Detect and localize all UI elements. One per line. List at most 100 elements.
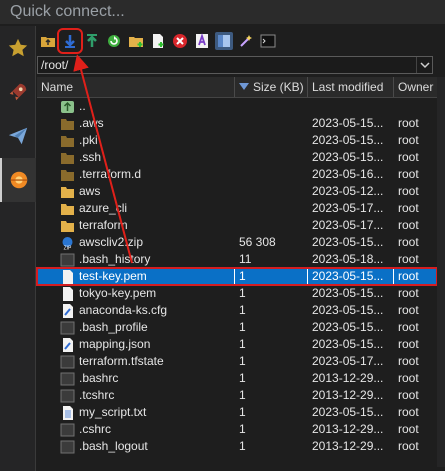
file-row[interactable]: azure_cli 2023-05-17... root [37,200,437,217]
file-name-cell: ZIP awscliv2.zip [37,234,235,251]
document-icon [63,286,73,301]
column-owner[interactable]: Owner [394,77,437,97]
file-size: 11 [239,252,252,266]
file-name-cell: aws [37,183,235,200]
terminal-button[interactable] [259,32,277,50]
tools-tab[interactable] [0,70,36,114]
file-row[interactable]: .bash_history 11 2023-05-18... root [37,251,437,268]
file-name: tokyo-key.pem [79,286,157,300]
file-modified: 2013-12-29... [312,422,384,436]
file-row[interactable]: anaconda-ks.cfg 1 2023-05-15... root [37,302,437,319]
path-input[interactable] [38,57,416,73]
file-row[interactable]: .bashrc 1 2013-12-29... root [37,370,437,387]
new-folder-button[interactable] [127,32,145,50]
column-modified[interactable]: Last modified [308,77,394,97]
file-size [235,183,308,200]
folder-icon [61,186,74,198]
file-row[interactable]: mapping.json 1 2023-05-15... root [37,336,437,353]
delete-button[interactable] [171,32,189,50]
file-icon [60,355,75,368]
toolbar [37,28,445,54]
file-modified [308,98,394,115]
file-size: 1 [239,286,246,300]
new-file-icon [153,34,164,48]
file-row[interactable]: tokyo-key.pem 1 2023-05-15... root [37,285,437,302]
document-icon [63,269,73,284]
file-size [235,200,308,217]
edit-document-icon [63,303,73,318]
file-owner: root [398,201,419,215]
column-name[interactable]: Name [37,77,235,97]
hidden-folder-icon [61,152,74,164]
sftp-tab[interactable] [0,158,36,202]
file-size [235,149,308,166]
vertical-scrollbar[interactable] [437,77,445,467]
favorites-tab[interactable] [0,26,36,70]
file-name-cell: .ssh [37,149,235,166]
file-list: .. .aws 2023-05-15... root .pki 2023-05-15...… [36,98,438,455]
sftp-orb-icon [10,171,28,189]
path-dropdown-button[interactable] [416,57,432,73]
file-owner: root [398,422,419,436]
file-name-cell: tokyo-key.pem [37,285,235,302]
sort-descending-icon [239,83,249,90]
parent-folder-button[interactable] [39,32,57,50]
file-modified: 2023-05-15... [312,405,384,419]
file-modified: 2013-12-29... [312,371,384,385]
refresh-button[interactable] [105,32,123,50]
file-size [235,132,308,149]
file-row[interactable]: .aws 2023-05-15... root [37,115,437,132]
file-name: .pki [79,133,98,147]
file-modified: 2023-05-17... [312,201,384,215]
file-row[interactable]: terraform.tfstate 1 2023-05-17... root [37,353,437,370]
properties-button[interactable] [193,32,211,50]
upload-button[interactable] [83,32,101,50]
file-name-cell: my_script.txt [37,404,235,421]
column-modified-label: Last modified [312,80,384,94]
file-name-cell: .bashrc [37,370,235,387]
toggle-view-button[interactable] [215,32,233,50]
file-table: Name Size (KB) Last modified Owner .. .aw… [36,77,438,467]
parent-folder-icon [41,37,55,47]
magic-button[interactable] [237,32,255,50]
new-file-button[interactable] [149,32,167,50]
quick-connect-bar [0,0,445,24]
terminal-icon [260,34,276,48]
table-header: Name Size (KB) Last modified Owner [37,77,437,98]
file-row[interactable]: .. [37,98,437,115]
file-row[interactable]: aws 2023-05-12... root [37,183,437,200]
file-row[interactable]: .bash_profile 1 2023-05-15... root [37,319,437,336]
file-owner: root [398,286,419,300]
file-row[interactable]: .tcshrc 1 2013-12-29... root [37,387,437,404]
file-owner: root [398,235,419,249]
file-name-cell: .terraform.d [37,166,235,183]
file-name: mapping.json [79,337,151,351]
file-size [235,217,308,234]
quick-connect-input[interactable] [0,0,445,24]
file-row[interactable]: .bash_logout 1 2013-12-29... root [37,438,437,455]
folder-icon [61,203,74,215]
file-row[interactable]: .terraform.d 2023-05-16... root [37,166,437,183]
file-row[interactable]: terraform 2023-05-17... root [37,217,437,234]
folder-icon [61,220,74,232]
file-row[interactable]: .pki 2023-05-15... root [37,132,437,149]
download-button[interactable] [57,28,83,54]
file-name: .tcshrc [79,388,115,402]
paper-plane-icon [8,127,28,145]
file-row[interactable]: .ssh 2023-05-15... root [37,149,437,166]
file-name: test-key.pem [79,269,147,283]
file-name: anaconda-ks.cfg [79,303,168,317]
file-owner: root [398,218,419,232]
file-owner: root [398,303,419,317]
file-row[interactable]: my_script.txt 1 2023-05-15... root [37,404,437,421]
column-size[interactable]: Size (KB) [235,77,308,97]
file-row[interactable]: .cshrc 1 2013-12-29... root [37,421,437,438]
file-size: 1 [239,371,246,385]
path-bar [37,56,433,74]
file-name: terraform [79,218,128,232]
delete-icon [173,34,187,48]
file-name-cell: .bash_profile [37,319,235,336]
send-tab[interactable] [0,114,36,158]
file-row[interactable]: test-key.pem 1 2023-05-15... root [36,267,438,286]
file-row[interactable]: ZIP awscliv2.zip 56 308 2023-05-15... root [37,234,437,251]
